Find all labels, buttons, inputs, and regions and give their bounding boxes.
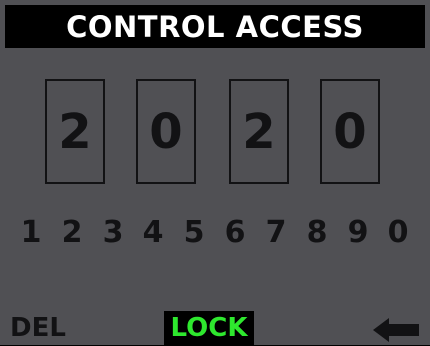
access-control-screen: CONTROL ACCESS 2 0 2 0 1 2 3 4 5 6 7 8 9… xyxy=(0,0,430,345)
key-1[interactable]: 1 xyxy=(14,212,48,252)
number-keypad: 1 2 3 4 5 6 7 8 9 0 xyxy=(20,212,420,252)
lock-button[interactable]: LOCK xyxy=(164,311,254,345)
key-9[interactable]: 9 xyxy=(341,212,375,252)
code-digit-1-value: 2 xyxy=(58,103,92,160)
back-button[interactable] xyxy=(373,318,421,342)
lock-button-label: LOCK xyxy=(170,313,248,343)
key-8[interactable]: 8 xyxy=(300,212,334,252)
arrow-left-icon xyxy=(373,318,419,342)
code-digit-2-value: 0 xyxy=(149,103,183,160)
key-5[interactable]: 5 xyxy=(177,212,211,252)
key-3[interactable]: 3 xyxy=(96,212,130,252)
key-6[interactable]: 6 xyxy=(218,212,252,252)
page-title: CONTROL ACCESS xyxy=(66,9,364,44)
key-7[interactable]: 7 xyxy=(259,212,293,252)
code-digit-2: 0 xyxy=(136,79,196,184)
key-0[interactable]: 0 xyxy=(381,212,415,252)
code-digit-4: 0 xyxy=(320,79,380,184)
code-digit-1: 2 xyxy=(45,79,105,184)
key-4[interactable]: 4 xyxy=(136,212,170,252)
code-digit-4-value: 0 xyxy=(333,103,367,160)
code-digit-3-value: 2 xyxy=(242,103,276,160)
title-bar: CONTROL ACCESS xyxy=(5,5,425,48)
key-2[interactable]: 2 xyxy=(55,212,89,252)
delete-button[interactable]: DEL xyxy=(10,314,66,342)
code-digit-3: 2 xyxy=(229,79,289,184)
